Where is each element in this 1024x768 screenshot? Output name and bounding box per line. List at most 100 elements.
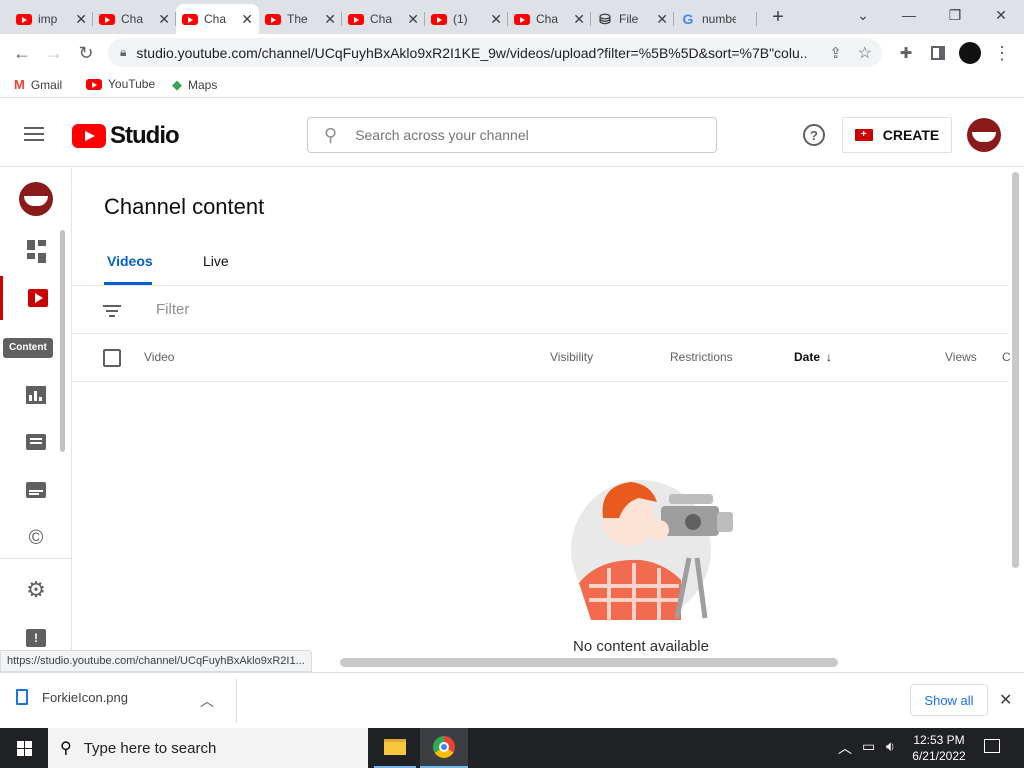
close-window-button[interactable]: ✕ [978,0,1024,30]
bookmark-youtube[interactable]: YouTube [86,77,155,91]
arrow-left-icon: ← [13,42,31,63]
create-button[interactable]: + CREATE [842,117,952,153]
profile-button[interactable] [957,40,983,66]
tab-search-button[interactable]: ⌄ [840,0,886,30]
download-options-button[interactable]: ︿ [200,691,214,711]
browser-tab[interactable]: ⛁ File ✕ [591,4,674,34]
tab-title: Cha [204,12,227,26]
browser-tab[interactable]: imp ✕ [10,4,93,34]
tab-live[interactable]: Live [203,253,229,269]
analytics-icon [26,386,46,404]
sidebar-tooltip: Content [3,338,53,358]
start-button[interactable] [0,728,48,768]
taskbar-chrome[interactable] [420,728,468,768]
browser-tab[interactable]: The ✕ [259,4,342,34]
network-icon[interactable]: ▭ [862,738,875,755]
column-views[interactable]: Views [945,350,977,364]
sidebar-scrollbar[interactable] [60,230,65,452]
youtube-icon [431,13,447,25]
search-input[interactable] [355,127,686,143]
share-icon[interactable]: ⇪ [829,44,842,62]
extensions-button[interactable]: ✚ [893,40,919,66]
sidebar-item-settings[interactable]: ⚙ [0,568,72,612]
column-comments[interactable]: C [1002,350,1011,364]
browser-tab[interactable]: Cha ✕ [342,4,425,34]
browser-menu-button[interactable]: ⋮ [989,40,1015,66]
lock-icon: 🔒︎ [120,45,127,59]
sidebar-divider [0,558,72,559]
close-icon[interactable]: ✕ [407,11,419,28]
studio-logo[interactable]: Studio [72,122,180,150]
taskbar-search[interactable]: ⚲ Type here to search [48,728,368,768]
forward-button[interactable]: → [41,40,67,66]
horizontal-scrollbar[interactable] [340,658,838,667]
browser-tab-active[interactable]: Cha ✕ [176,4,259,34]
sidebar-item-copyright[interactable]: © [0,516,72,560]
download-item[interactable]: ForkieIcon.png [16,689,128,705]
close-icon[interactable]: ✕ [573,11,585,28]
taskbar-clock[interactable]: 12:53 PM 6/21/2022 [906,732,972,764]
filter-input[interactable]: Filter [156,301,189,318]
browser-tab[interactable]: Cha ✕ [93,4,176,34]
create-label: CREATE [882,127,940,143]
column-visibility[interactable]: Visibility [550,350,593,364]
close-icon[interactable]: ✕ [490,11,502,28]
youtube-icon [265,13,281,25]
select-all-checkbox[interactable] [103,349,121,367]
address-bar[interactable]: 🔒︎ studio.youtube.com/channel/UCqFuyhBxA… [108,38,882,67]
side-panel-button[interactable] [925,40,951,66]
help-button[interactable]: ? [803,124,825,146]
menu-button[interactable] [24,124,48,144]
google-icon: G [682,11,694,27]
tab-videos[interactable]: Videos [107,253,153,269]
divider [72,381,1008,382]
reload-button[interactable]: ↻ [73,40,99,66]
search-icon: ⚲ [324,124,338,145]
filter-icon[interactable] [103,303,121,317]
taskbar-file-explorer[interactable] [374,728,416,768]
close-icon[interactable]: ✕ [75,11,87,28]
minimize-button[interactable]: — [886,0,932,30]
browser-tab[interactable]: Cha ✕ [508,4,591,34]
tab-title: Cha [121,12,144,26]
maps-icon: ◆ [172,77,182,92]
close-icon[interactable]: ✕ [324,11,336,28]
column-restrictions[interactable]: Restrictions [670,350,733,364]
browser-tab[interactable]: (1) ✕ [425,4,508,34]
bookmark-label: Gmail [30,77,63,92]
bookmark-maps[interactable]: ◆ Maps [172,77,217,93]
youtube-icon [99,13,115,25]
close-icon[interactable]: ✕ [241,11,253,28]
close-icon[interactable]: ✕ [158,11,170,28]
tray-overflow-button[interactable]: ︿ [838,738,852,758]
new-tab-button[interactable]: + [766,4,790,30]
tab-title: number [702,12,736,26]
bookmark-label: Maps [188,78,218,92]
close-icon[interactable]: ✕ [656,11,668,28]
folder-icon [384,739,406,755]
tab-title: imp [38,12,58,26]
file-icon: ⛁ [599,11,611,27]
close-download-bar-button[interactable]: ✕ [999,690,1012,710]
account-avatar[interactable] [967,118,1001,152]
side-panel-icon [931,46,945,60]
maximize-button[interactable]: ❐ [932,0,978,30]
vertical-scrollbar[interactable] [1012,172,1019,568]
column-video[interactable]: Video [144,350,174,364]
column-date[interactable]: Date ↓ [794,350,832,364]
youtube-logo-icon [72,124,106,148]
channel-search[interactable]: ⚲ [307,117,717,153]
tab-title: (1) [453,12,468,26]
notification-icon[interactable] [984,739,1000,753]
volume-icon[interactable]: 🔉︎ [886,738,895,755]
windows-icon [16,740,32,756]
star-icon[interactable]: ☆ [858,43,872,63]
back-button[interactable]: ← [9,40,35,66]
show-all-button[interactable]: Show all [910,684,988,716]
bookmark-gmail[interactable]: M Gmail [14,77,62,92]
browser-tab[interactable]: G number [674,4,757,34]
gmail-icon: M [14,77,25,92]
sidebar-item-subtitles[interactable] [0,468,72,512]
chevron-up-icon: ︿ [838,740,852,756]
channel-avatar[interactable] [19,182,53,216]
